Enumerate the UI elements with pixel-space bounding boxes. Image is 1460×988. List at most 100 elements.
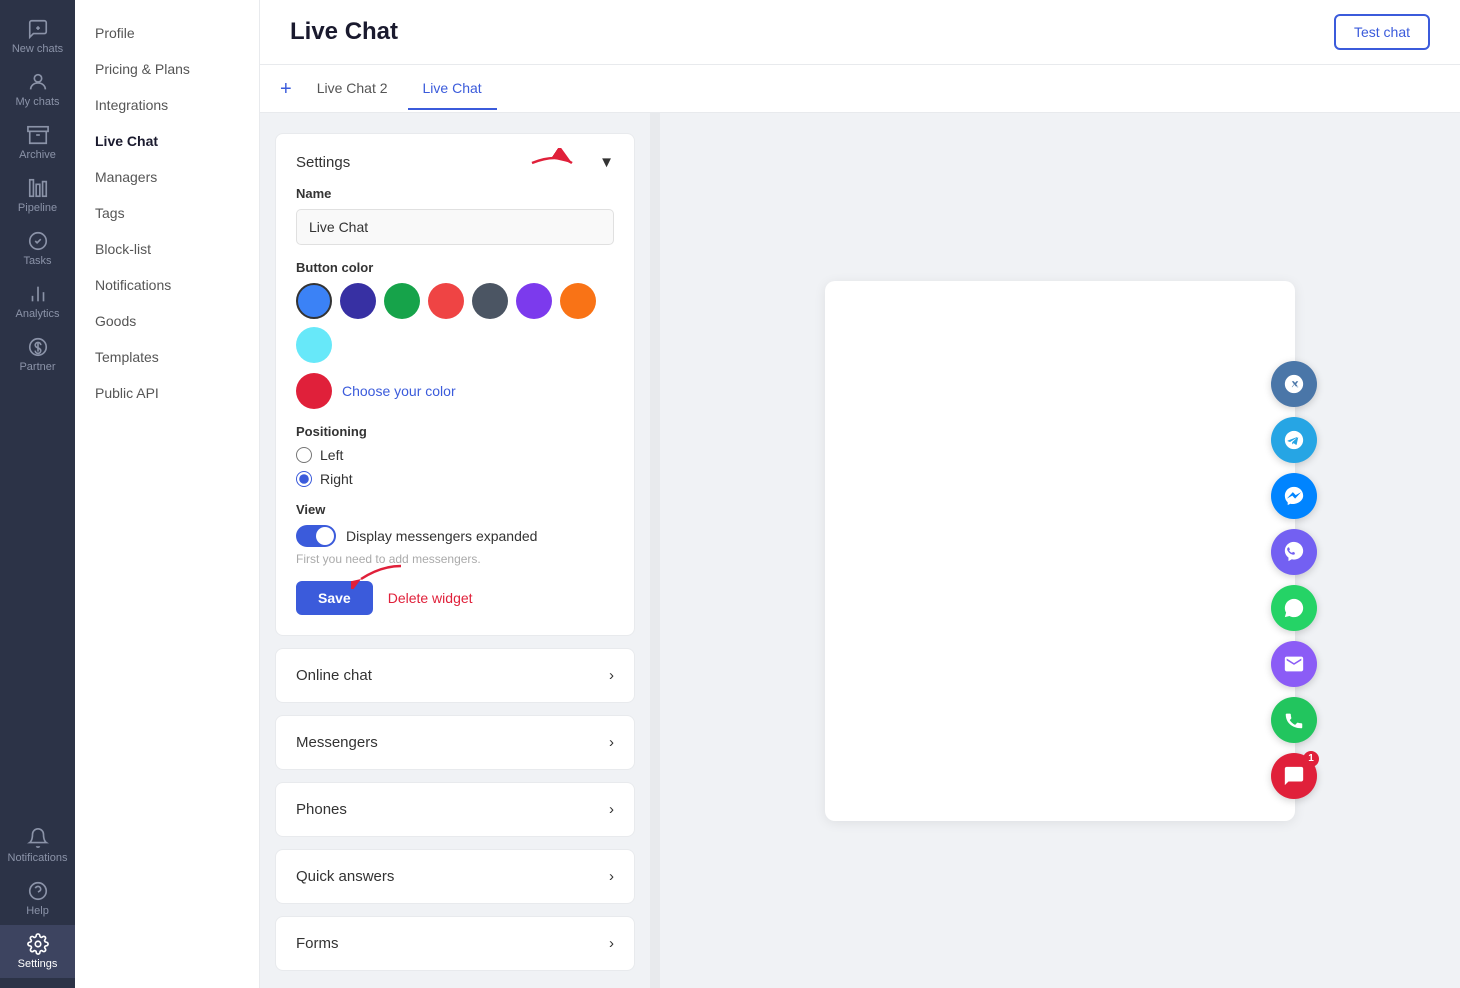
nav-item-managers[interactable]: Managers <box>75 159 259 195</box>
settings-panel: Settings ▼ Name Button color <box>260 113 650 988</box>
pipeline-icon <box>27 177 49 199</box>
test-chat-button[interactable]: Test chat <box>1334 14 1430 50</box>
sidebar-item-partner[interactable]: Partner <box>0 328 75 381</box>
sidebar-label-new-chats: New chats <box>12 43 63 55</box>
main-content: Live Chat Test chat + Live Chat 2 Live C… <box>260 0 1460 988</box>
color-swatch-light-blue[interactable] <box>296 327 332 363</box>
nav-item-pricing[interactable]: Pricing & Plans <box>75 51 259 87</box>
color-swatch-blue[interactable] <box>296 283 332 319</box>
widget-buttons-container: 1 <box>1271 361 1317 799</box>
sidebar-item-settings[interactable]: Settings <box>0 925 75 978</box>
nav-item-block-list[interactable]: Block-list <box>75 231 259 267</box>
tab-live-chat-2[interactable]: Live Chat 2 <box>302 68 403 110</box>
color-swatch-green[interactable] <box>384 283 420 319</box>
settings-card-header[interactable]: Settings ▼ <box>296 154 614 171</box>
widget-btn-messenger[interactable] <box>1271 473 1317 519</box>
color-swatches <box>296 283 614 363</box>
chat-download-icon <box>27 18 49 40</box>
chevron-right-icon-phones: › <box>609 801 614 818</box>
color-swatch-orange[interactable] <box>560 283 596 319</box>
quick-answers-label: Quick answers <box>296 868 394 885</box>
viber-icon <box>1283 541 1305 563</box>
quick-answers-card[interactable]: Quick answers › <box>275 849 635 904</box>
bar-chart-icon <box>27 283 49 305</box>
phone-icon <box>1283 709 1305 731</box>
tab-live-chat[interactable]: Live Chat <box>408 68 497 110</box>
sidebar-item-archive[interactable]: Archive <box>0 116 75 169</box>
bell-icon <box>27 827 49 849</box>
action-row: Save Delete widget <box>296 581 614 615</box>
sidebar-item-help[interactable]: Help <box>0 872 75 925</box>
hint-text: First you need to add messengers. <box>296 552 614 566</box>
online-chat-label: Online chat <box>296 667 372 684</box>
sidebar-item-analytics[interactable]: Analytics <box>0 275 75 328</box>
preview-area: 1 <box>660 113 1460 988</box>
nav-item-integrations[interactable]: Integrations <box>75 87 259 123</box>
nav-item-tags[interactable]: Tags <box>75 195 259 231</box>
widget-btn-whatsapp[interactable] <box>1271 585 1317 631</box>
custom-color-row[interactable]: Choose your color <box>296 373 614 409</box>
gear-icon <box>27 933 49 955</box>
sidebar-item-pipeline[interactable]: Pipeline <box>0 169 75 222</box>
sidebar-label-settings: Settings <box>18 958 58 970</box>
chevron-right-icon-forms: › <box>609 935 614 952</box>
messengers-card[interactable]: Messengers › <box>275 715 635 770</box>
nav-item-public-api[interactable]: Public API <box>75 375 259 411</box>
sidebar-item-my-chats[interactable]: My chats <box>0 63 75 116</box>
delete-widget-button[interactable]: Delete widget <box>388 590 473 606</box>
sidebar-item-tasks[interactable]: Tasks <box>0 222 75 275</box>
phones-label: Phones <box>296 801 347 818</box>
forms-label: Forms <box>296 935 339 952</box>
person-chat-icon <box>27 71 49 93</box>
archive-icon <box>27 124 49 146</box>
nav-item-live-chat[interactable]: Live Chat <box>75 123 259 159</box>
color-swatch-dark-gray[interactable] <box>472 283 508 319</box>
nav-item-goods[interactable]: Goods <box>75 303 259 339</box>
chevron-right-icon-messengers: › <box>609 734 614 751</box>
widget-btn-viber[interactable] <box>1271 529 1317 575</box>
view-label: View <box>296 502 614 517</box>
telegram-icon <box>1283 429 1305 451</box>
settings-section-title: Settings <box>296 154 350 171</box>
sidebar-item-notifications[interactable]: Notifications <box>0 819 75 872</box>
color-swatch-red[interactable] <box>428 283 464 319</box>
nav-item-notifications[interactable]: Notifications <box>75 267 259 303</box>
sidebar-item-new-chats[interactable]: New chats <box>0 10 75 63</box>
nav-item-templates[interactable]: Templates <box>75 339 259 375</box>
widget-btn-chat[interactable]: 1 <box>1271 753 1317 799</box>
radio-left-input[interactable] <box>296 447 312 463</box>
preview-frame: 1 <box>825 281 1295 821</box>
color-label: Button color <box>296 260 614 275</box>
messenger-icon <box>1283 485 1305 507</box>
settings-card: Settings ▼ Name Button color <box>275 133 635 636</box>
toggle-row: Display messengers expanded <box>296 525 614 547</box>
nav-menu: Profile Pricing & Plans Integrations Liv… <box>75 0 260 988</box>
radio-left[interactable]: Left <box>296 447 614 463</box>
add-tab-button[interactable]: + <box>280 79 292 99</box>
toggle-messengers-expanded[interactable] <box>296 525 336 547</box>
panel-divider <box>650 113 660 988</box>
color-swatch-dark-blue[interactable] <box>340 283 376 319</box>
widget-btn-email[interactable] <box>1271 641 1317 687</box>
radio-left-label: Left <box>320 447 343 463</box>
online-chat-card[interactable]: Online chat › <box>275 648 635 703</box>
widget-btn-vk[interactable] <box>1271 361 1317 407</box>
name-input[interactable] <box>296 209 614 245</box>
phones-card[interactable]: Phones › <box>275 782 635 837</box>
sidebar-label-my-chats: My chats <box>15 96 59 108</box>
page-header: Live Chat Test chat <box>260 0 1460 65</box>
radio-right-input[interactable] <box>296 471 312 487</box>
arrow-to-chevron <box>527 148 582 178</box>
widget-btn-telegram[interactable] <box>1271 417 1317 463</box>
color-swatch-purple[interactable] <box>516 283 552 319</box>
positioning-label: Positioning <box>296 424 614 439</box>
sidebar-label-archive: Archive <box>19 149 56 161</box>
forms-card[interactable]: Forms › <box>275 916 635 971</box>
custom-color-circle <box>296 373 332 409</box>
widget-btn-phone[interactable] <box>1271 697 1317 743</box>
page-title: Live Chat <box>290 18 398 46</box>
nav-item-profile[interactable]: Profile <box>75 15 259 51</box>
sidebar-label-help: Help <box>26 905 49 917</box>
chat-badge: 1 <box>1303 751 1319 767</box>
radio-right[interactable]: Right <box>296 471 614 487</box>
